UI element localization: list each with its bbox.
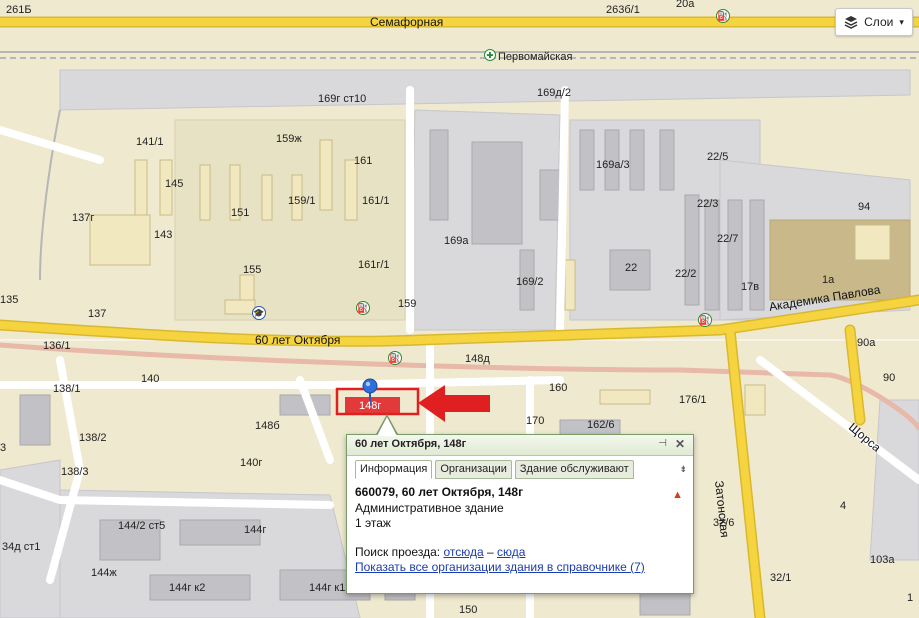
fuel-station-icon[interactable]: ⛽ bbox=[388, 351, 402, 365]
house-label: 261Б bbox=[6, 4, 32, 16]
house-label: 138/2 bbox=[79, 432, 107, 444]
layers-label: Слои bbox=[864, 15, 894, 29]
house-label: 145 bbox=[165, 178, 184, 190]
house-label: 159/1 bbox=[288, 195, 316, 207]
fuel-station-icon[interactable]: ⛽ bbox=[698, 313, 712, 327]
house-label: 22/7 bbox=[717, 233, 739, 245]
house-label: 143 bbox=[154, 229, 173, 241]
house-label: 169а bbox=[444, 235, 469, 247]
chevron-down-icon: ▾ bbox=[899, 16, 904, 27]
house-label: 155 bbox=[243, 264, 262, 276]
popup-pointer-fill bbox=[377, 417, 397, 436]
house-label: 17в bbox=[741, 281, 760, 293]
house-label: 90а bbox=[857, 337, 876, 349]
house-label: 144г bbox=[244, 524, 267, 536]
building-type: Административное здание bbox=[355, 501, 504, 515]
layers-icon bbox=[844, 16, 858, 29]
route-dash: – bbox=[486, 545, 494, 559]
house-label: 1 bbox=[907, 592, 914, 604]
tab-building-service[interactable]: Здание обслуживают bbox=[514, 460, 634, 479]
house-label: 135 bbox=[0, 294, 19, 306]
tab-organizations[interactable]: Организации bbox=[435, 460, 512, 479]
house-label: 137г bbox=[72, 212, 95, 224]
house-label: 151 bbox=[231, 207, 250, 219]
info-popup: 60 лет Октября, 148г ⊣ ✕ Информация Орга… bbox=[346, 434, 694, 594]
popup-header: 60 лет Октября, 148г ⊣ ✕ bbox=[347, 435, 693, 456]
house-label: 176/1 bbox=[679, 394, 707, 406]
house-label: 94 bbox=[858, 201, 871, 213]
house-label: 148д bbox=[465, 353, 490, 365]
house-label: 22/2 bbox=[675, 268, 697, 280]
house-label: 138/3 bbox=[61, 466, 89, 478]
house-label: 22/5 bbox=[707, 151, 729, 163]
tabs-menu-icon[interactable]: ⇟ bbox=[679, 460, 687, 478]
house-label: 32/6 bbox=[713, 517, 735, 529]
house-label: 159 bbox=[398, 298, 417, 310]
house-label: 3 bbox=[0, 442, 7, 454]
popup-title: 60 лет Октября, 148г bbox=[355, 438, 467, 450]
house-label: 140 bbox=[141, 373, 160, 385]
house-label: 169г ст10 bbox=[318, 93, 367, 105]
route-from-link[interactable]: отсюда bbox=[443, 545, 483, 559]
building-floors: 1 этаж bbox=[355, 516, 391, 530]
warning-icon[interactable]: ▲ bbox=[672, 489, 683, 501]
house-label: 141/1 bbox=[136, 136, 164, 148]
metro-label-pervomayskaya: Первомайская bbox=[498, 51, 573, 63]
popup-address: 660079, 60 лет Октября, 148г bbox=[355, 485, 524, 499]
house-label: 144/2 ст5 bbox=[118, 520, 166, 532]
house-label: 170 bbox=[526, 415, 545, 427]
show-all-orgs-row: Показать все организации здания в справо… bbox=[355, 560, 685, 575]
street-label-semafornaya: Семафорная bbox=[370, 15, 444, 29]
house-label: 140г bbox=[240, 457, 263, 469]
house-label: 161г/1 bbox=[358, 259, 390, 271]
house-label: 150 bbox=[459, 604, 478, 616]
house-label: 161/1 bbox=[362, 195, 390, 207]
house-label: 136/1 bbox=[43, 340, 71, 352]
house-label: 32/1 bbox=[770, 572, 792, 584]
house-label: 162/6 bbox=[587, 419, 615, 431]
street-label-60-let-oktyabrya: 60 лет Октября bbox=[255, 333, 341, 347]
house-label: 20а bbox=[676, 0, 695, 10]
house-label: 1а bbox=[822, 274, 835, 286]
house-label: 138/1 bbox=[53, 383, 81, 395]
education-icon[interactable]: 🎓 bbox=[252, 306, 266, 320]
house-label: 169д/2 bbox=[537, 87, 571, 99]
route-label: Поиск проезда: bbox=[355, 545, 441, 559]
house-label: 90 bbox=[883, 372, 896, 384]
route-search: Поиск проезда: отсюда – сюда bbox=[355, 545, 685, 560]
show-all-orgs-link[interactable]: Показать все организации здания в справо… bbox=[355, 560, 645, 574]
pin-icon[interactable]: ⊣ bbox=[658, 438, 667, 449]
house-label: 103а bbox=[870, 554, 895, 566]
popup-body: ▲ 660079, 60 лет Октября, 148г Администр… bbox=[355, 485, 685, 575]
close-icon[interactable]: ✕ bbox=[675, 437, 685, 451]
house-label: 22/3 bbox=[697, 198, 719, 210]
tab-information[interactable]: Информация bbox=[355, 460, 433, 479]
house-label: 144г к2 bbox=[169, 582, 206, 594]
fuel-station-icon[interactable]: ⛽ bbox=[716, 9, 730, 23]
house-label: 137 bbox=[88, 308, 107, 320]
house-label: 169/2 bbox=[516, 276, 544, 288]
house-label: 144ж bbox=[91, 567, 117, 579]
fuel-station-icon[interactable]: ⛽ bbox=[356, 301, 370, 315]
target-house-label: 148г bbox=[359, 400, 382, 412]
station-icon: ✚ bbox=[484, 49, 496, 61]
house-label: 159ж bbox=[276, 133, 302, 145]
house-label: 263б/1 bbox=[606, 4, 640, 16]
house-label: 161 bbox=[354, 155, 373, 167]
house-label: 34д ст1 bbox=[2, 541, 41, 553]
house-label: 144г к1 bbox=[309, 582, 346, 594]
house-label: 148б bbox=[255, 420, 280, 432]
route-to-link[interactable]: сюда bbox=[497, 545, 525, 559]
house-label: 4 bbox=[840, 500, 847, 512]
house-label: 22 bbox=[625, 262, 638, 274]
layers-button[interactable]: Слои ▾ bbox=[835, 8, 913, 36]
popup-tabs: Информация Организации Здание обслуживаю… bbox=[355, 460, 687, 479]
house-label: 169а/3 bbox=[596, 159, 630, 171]
house-label: 160 bbox=[549, 382, 568, 394]
